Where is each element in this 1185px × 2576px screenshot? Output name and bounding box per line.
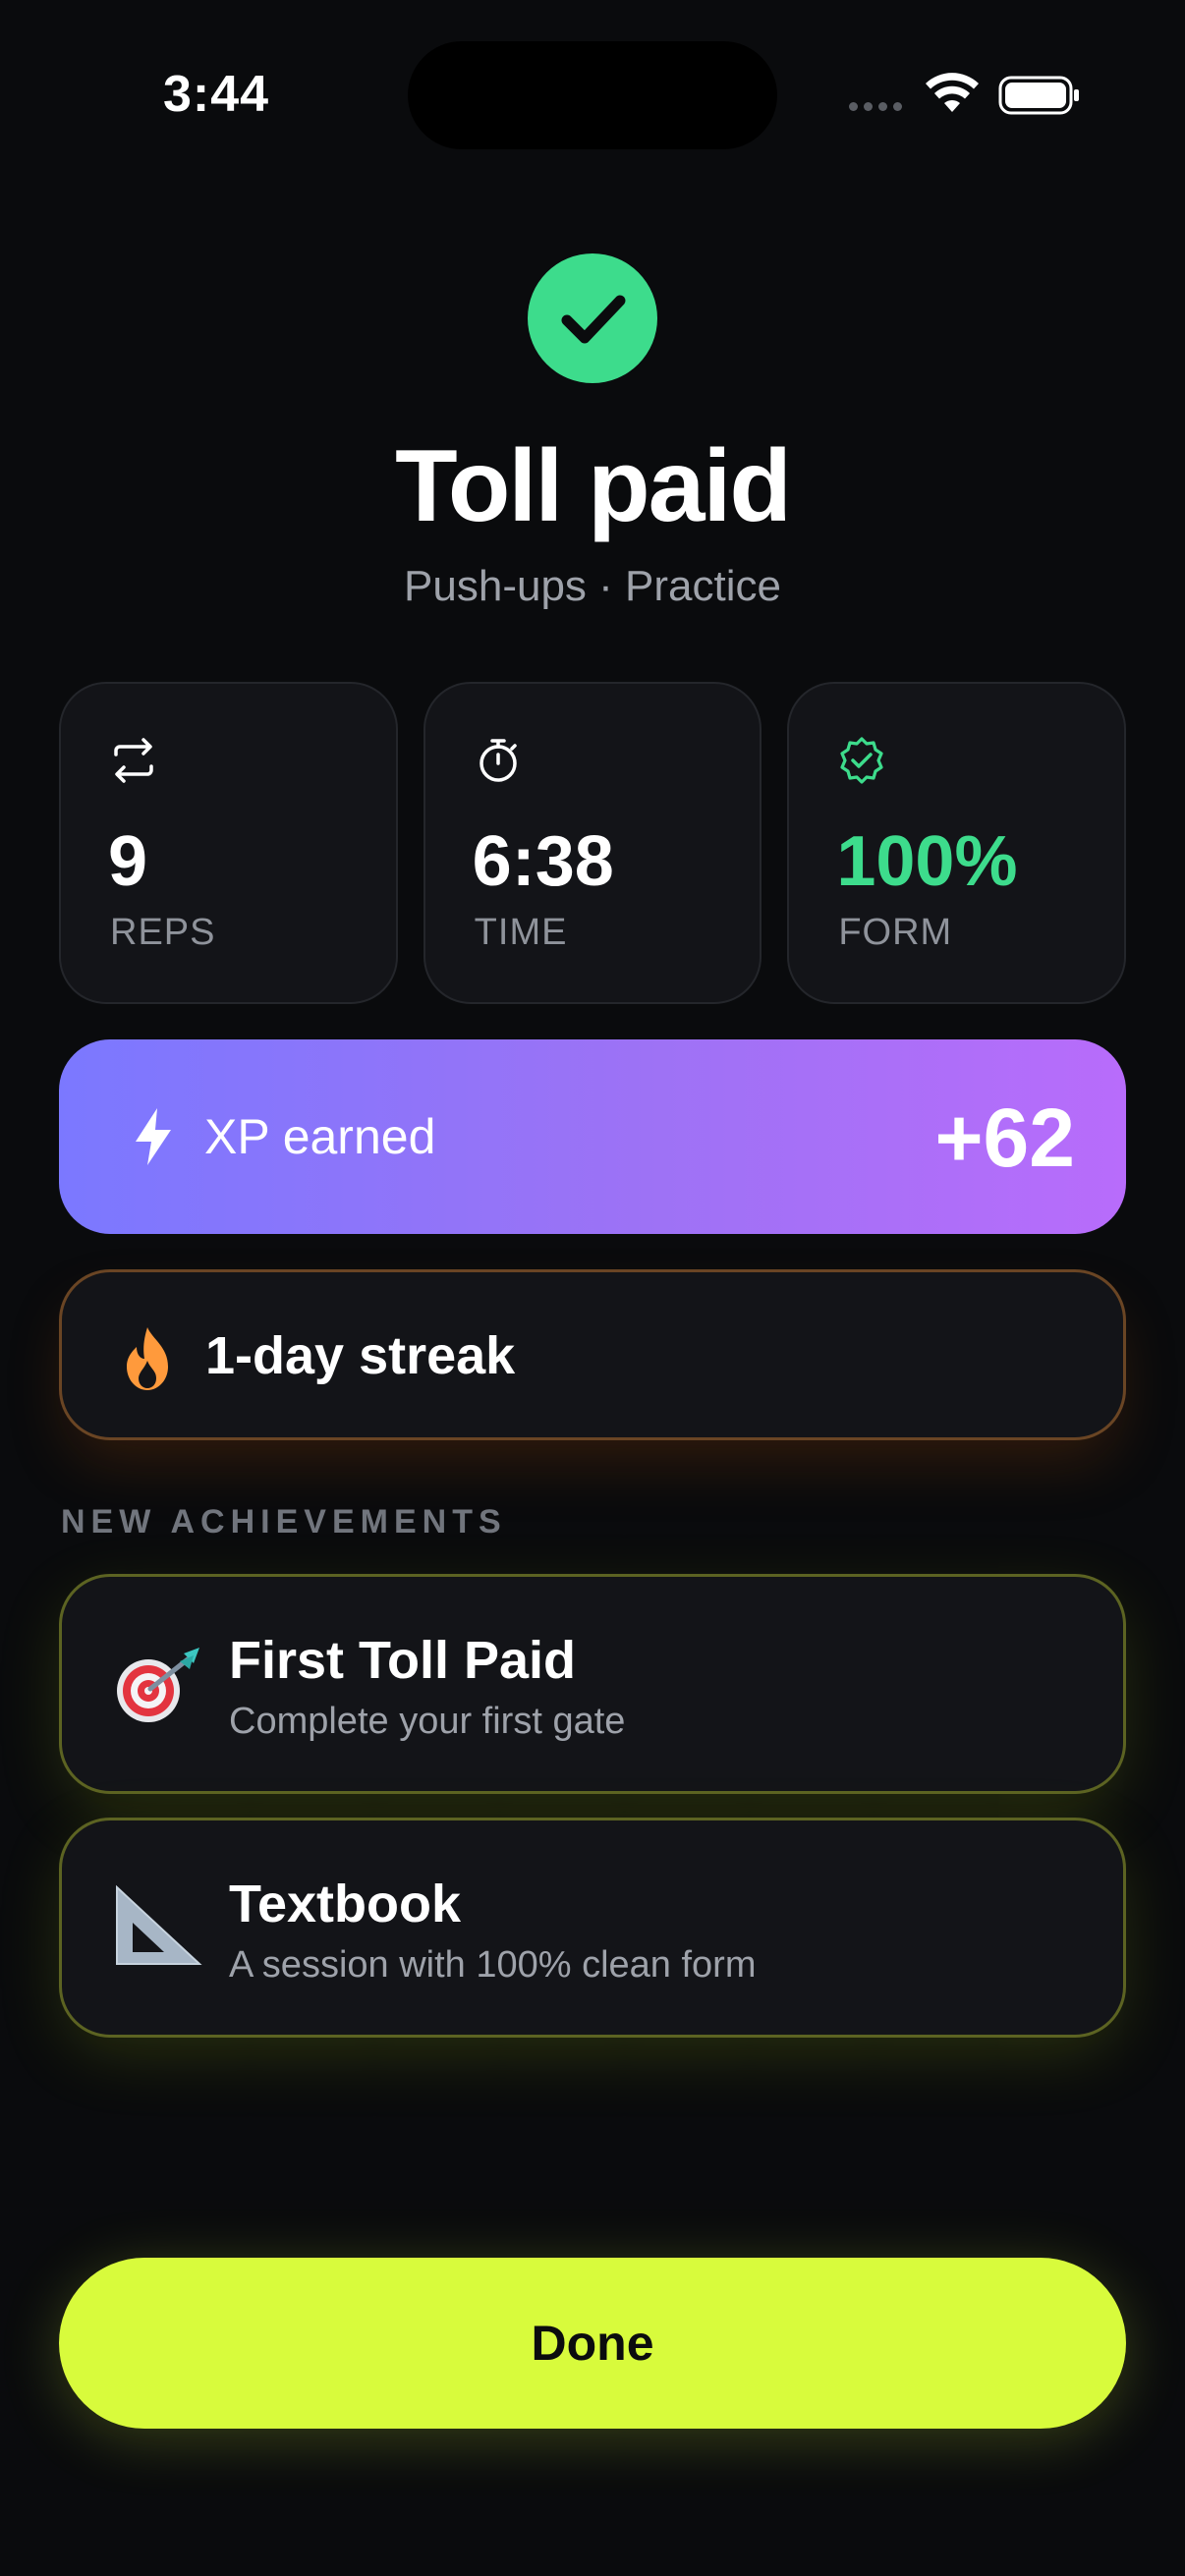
repeat-icon (114, 738, 153, 783)
stats-row: 9 REPS 6:38 TIME 100% FORM (59, 682, 1127, 1004)
battery-icon (998, 76, 1079, 115)
stat-card-reps: 9 REPS (59, 682, 398, 1004)
target-dart-icon (117, 1648, 199, 1722)
streak-card: 1-day streak (59, 1269, 1126, 1440)
achievement-title: First Toll Paid (229, 1631, 577, 1690)
stat-value: 6:38 (472, 822, 614, 901)
status-time: 3:44 (163, 66, 270, 123)
stat-card-form: 100% FORM (787, 682, 1127, 1004)
done-button[interactable]: Done (59, 2258, 1126, 2429)
stat-value: 100% (836, 822, 1018, 901)
success-check-icon (528, 253, 657, 383)
achievement-first-toll-paid: First Toll Paid Complete your first gate (59, 1574, 1126, 1794)
cellular-signal-icon (849, 102, 902, 111)
achievement-description: Complete your first gate (229, 1701, 626, 1742)
stat-label: FORM (838, 912, 953, 953)
page-subtitle: Push-ups · Practice (404, 562, 781, 610)
wifi-icon (926, 73, 979, 112)
stopwatch-icon (479, 739, 517, 782)
achievement-description: A session with 100% clean form (229, 1944, 757, 1986)
lightning-icon (136, 1108, 171, 1165)
set-square-icon (116, 1884, 202, 1965)
status-bar: 3:44 (0, 0, 1185, 196)
xp-earned-banner: XP earned +62 (59, 1039, 1126, 1234)
stat-value: 9 (108, 822, 148, 901)
stat-label: REPS (110, 912, 216, 953)
streak-label: 1-day streak (205, 1326, 516, 1385)
achievement-textbook: Textbook A session with 100% clean form (59, 1818, 1126, 2038)
xp-label: XP earned (204, 1109, 436, 1164)
achievements-heading: NEW ACHIEVEMENTS (61, 1503, 507, 1540)
stat-card-time: 6:38 TIME (423, 682, 762, 1004)
xp-value: +62 (934, 1092, 1076, 1184)
achievement-title: Textbook (229, 1875, 462, 1933)
flame-icon (127, 1327, 168, 1390)
page-title: Toll paid (395, 429, 792, 543)
stat-label: TIME (474, 912, 568, 953)
verified-badge-icon (840, 737, 883, 784)
dynamic-island (408, 41, 777, 149)
